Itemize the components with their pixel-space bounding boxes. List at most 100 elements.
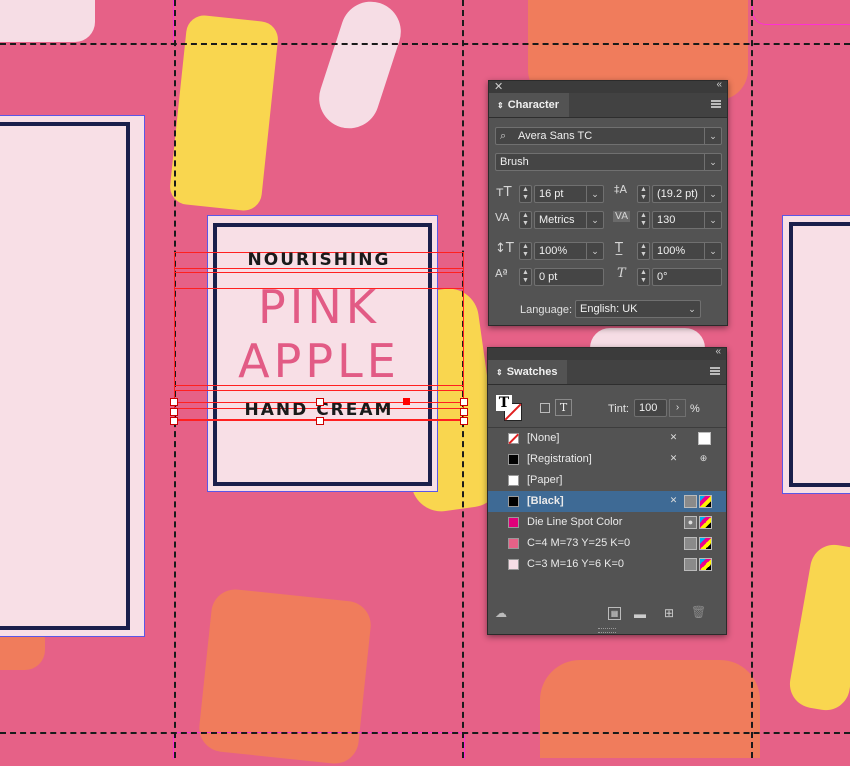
swatch-registration[interactable]: [Registration] ✕ ⊕ [501, 449, 724, 470]
panel-menu-icon[interactable] [711, 100, 721, 108]
horizontal-scale-field[interactable]: 100% ⌄ [652, 242, 722, 260]
side-label-card[interactable] [0, 115, 145, 637]
vertical-scale-stepper[interactable]: ▲ ▼ [519, 242, 532, 260]
swatch-none[interactable]: [None] ✕ [501, 428, 724, 449]
tab-arrows-icon: ⇕ [496, 368, 503, 377]
chevron-down-icon[interactable]: ⌄ [704, 243, 721, 259]
leading-field[interactable]: (19.2 pt) ⌄ [652, 185, 722, 203]
selection-handle[interactable] [170, 408, 178, 416]
collapse-icon[interactable]: « [715, 346, 721, 357]
selection-handle[interactable] [316, 417, 324, 425]
horizontal-scale-stepper[interactable]: ▲ ▼ [637, 242, 650, 260]
label-border [789, 222, 850, 487]
swatch-chip-die-line [508, 517, 519, 528]
vertical-scale-field[interactable]: 100% ⌄ [534, 242, 604, 260]
label-border [0, 122, 130, 630]
cmyk-mode-icon [699, 558, 712, 571]
process-color-icon [684, 495, 697, 508]
lock-icon: ✕ [669, 432, 678, 442]
tint-arrow-button[interactable]: › [669, 399, 686, 417]
tint-field[interactable]: 100 [634, 399, 667, 417]
baseline-shift-field[interactable]: 0 pt [534, 268, 604, 286]
fold-line [751, 0, 753, 758]
skew-stepper[interactable]: ▲ ▼ [637, 268, 650, 286]
font-style-field[interactable]: Brush ⌄ [495, 153, 722, 171]
orange-brush-stroke [540, 660, 760, 758]
font-size-stepper[interactable]: ▲ ▼ [519, 185, 532, 203]
swatch-paper[interactable]: [Paper] [501, 470, 724, 491]
tracking-field[interactable]: 130 ⌄ [652, 211, 722, 229]
chevron-down-icon[interactable]: ⌄ [586, 243, 603, 259]
tint-label: Tint: [608, 403, 629, 415]
baseline-shift-stepper[interactable]: ▲ ▼ [519, 268, 532, 286]
show-swatch-kinds-icon[interactable]: ▦ [608, 607, 621, 620]
selection-handle[interactable] [316, 398, 324, 406]
label-text-apple[interactable]: APPLE [208, 334, 430, 388]
delete-swatch-icon[interactable]: 🗑 [691, 605, 706, 619]
language-select[interactable]: English: UK ⌄ [575, 300, 701, 318]
search-icon: ⌕ [500, 130, 507, 142]
kerning-stepper[interactable]: ▲ ▼ [519, 211, 532, 229]
chevron-down-icon[interactable]: ⌄ [704, 154, 721, 170]
spot-color-icon: ● [684, 516, 697, 529]
new-color-group-icon[interactable]: ▬ [634, 607, 646, 621]
tab-swatches[interactable]: ⇕ Swatches [488, 360, 568, 384]
cc-libraries-icon[interactable]: ☁ [495, 606, 507, 620]
horizontal-scale-icon: T̲ [615, 241, 623, 256]
tab-character[interactable]: ⇕ Character [489, 93, 570, 117]
label-text-nourishing[interactable]: NOURISHING [208, 250, 430, 270]
yellow-brush-stroke [786, 541, 850, 714]
selection-handle[interactable] [170, 398, 178, 406]
swatch-chip-paper [508, 475, 519, 486]
skew-icon: T [617, 266, 626, 281]
font-family-field[interactable]: ⌕ Avera Sans TC ⌄ [495, 127, 722, 145]
swatch-chip-registration [508, 454, 519, 465]
kerning-icon: VA [495, 211, 510, 224]
cmyk-mode-icon [699, 537, 712, 550]
chevron-down-icon[interactable]: ⌄ [704, 212, 721, 228]
tracking-icon: VA [613, 211, 631, 222]
chevron-down-icon[interactable]: ⌄ [586, 212, 603, 228]
panel-menu-icon[interactable] [710, 367, 720, 375]
new-swatch-icon[interactable]: ⊞ [664, 606, 674, 620]
selection-handle[interactable] [460, 398, 468, 406]
side-label-card[interactable] [782, 215, 850, 494]
cmyk-mode-icon [699, 516, 712, 529]
fill-stroke-proxy[interactable]: T [496, 395, 522, 421]
swatch-die-line[interactable]: Die Line Spot Color ● [501, 512, 724, 533]
chevron-down-icon[interactable]: ⌄ [586, 186, 603, 202]
collapse-icon[interactable]: « [716, 79, 722, 90]
language-label: Language: [520, 304, 572, 316]
selection-handle[interactable] [460, 417, 468, 425]
leading-stepper[interactable]: ▲ ▼ [637, 185, 650, 203]
skew-field[interactable]: 0° [652, 268, 722, 286]
panel-tab-row: ⇕ Character [489, 93, 727, 118]
swatch-list: [None] ✕ [Registration] ✕ ⊕ [Paper] [Bla… [488, 427, 726, 598]
overset-text-port[interactable] [403, 398, 410, 405]
panel-title-bar[interactable]: ✕ « [489, 79, 727, 93]
tracking-stepper[interactable]: ▲ ▼ [637, 211, 650, 229]
swatches-toolbar: ☁ ▦ ▬ ⊞ 🗑 [488, 602, 726, 626]
chevron-down-icon[interactable]: ⌄ [684, 301, 700, 317]
text-format-icon[interactable]: T [555, 399, 572, 416]
leading-icon: ‡A [614, 183, 628, 196]
swatch-light-pink[interactable]: C=3 M=16 Y=6 K=0 [501, 554, 724, 575]
font-size-field[interactable]: 16 pt ⌄ [534, 185, 604, 203]
lock-icon: ✕ [669, 495, 678, 505]
container-format-icon[interactable] [540, 403, 550, 413]
die-line [752, 0, 850, 25]
close-icon[interactable]: ✕ [494, 80, 503, 93]
cmyk-mode-icon [699, 495, 712, 508]
selection-handle[interactable] [170, 417, 178, 425]
swatch-black[interactable]: [Black] ✕ [488, 491, 726, 512]
panel-title-bar[interactable]: « [488, 346, 726, 360]
kerning-field[interactable]: Metrics ⌄ [534, 211, 604, 229]
die-line [173, 732, 465, 759]
chevron-down-icon[interactable]: ⌄ [704, 186, 721, 202]
selection-handle[interactable] [460, 408, 468, 416]
swatch-pink[interactable]: C=4 M=73 Y=25 K=0 [501, 533, 724, 554]
pink-brush-stroke [311, 0, 409, 137]
resize-grip[interactable] [598, 628, 616, 633]
label-text-pink[interactable]: PINK [208, 280, 430, 334]
chevron-down-icon[interactable]: ⌄ [704, 128, 721, 144]
